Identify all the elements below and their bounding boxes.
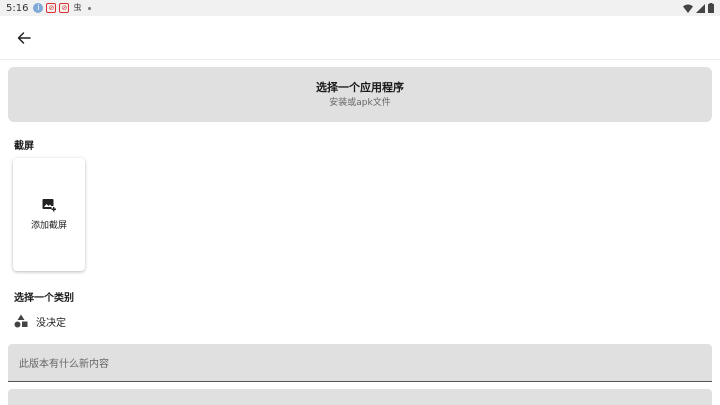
- status-bar: 5:16 i ⊘ ⊘ 虫: [0, 0, 720, 16]
- more-notifications-dot-icon: [88, 6, 92, 10]
- signal-icon: [696, 3, 705, 13]
- back-button[interactable]: [12, 26, 36, 50]
- category-selector[interactable]: 没决定: [14, 311, 66, 331]
- select-app-subtitle: 安装或apk文件: [329, 97, 391, 108]
- category-shapes-icon: [14, 314, 28, 328]
- status-time: 5:16: [6, 2, 29, 14]
- select-app-title: 选择一个应用程序: [316, 80, 404, 94]
- select-app-button[interactable]: 选择一个应用程序 安装或apk文件: [8, 67, 712, 122]
- description-input[interactable]: 描述: [8, 389, 712, 405]
- add-screenshot-label: 添加截屏: [30, 221, 67, 231]
- info-circle-icon: i: [33, 3, 44, 13]
- screenshots-section-title: 截屏: [14, 141, 34, 152]
- app-bar: [0, 16, 720, 60]
- whats-new-placeholder: 此版本有什么新内容: [19, 359, 109, 370]
- category-value: 没决定: [36, 317, 66, 329]
- blocked-app-icon: ⊘: [46, 3, 57, 13]
- add-screenshot-button[interactable]: 添加截屏: [13, 158, 85, 271]
- bug-icon: 虫: [73, 3, 82, 12]
- whats-new-input[interactable]: 此版本有什么新内容: [8, 344, 712, 382]
- status-right: [683, 3, 714, 13]
- category-section-title: 选择一个类别: [14, 293, 74, 304]
- arrow-back-icon: [17, 32, 31, 44]
- battery-icon: [708, 3, 714, 13]
- blocked-app-icon: ⊘: [59, 3, 70, 13]
- status-left: 5:16 i ⊘ ⊘ 虫: [6, 2, 92, 14]
- add-photo-icon: [42, 199, 56, 212]
- wifi-icon: [683, 4, 693, 13]
